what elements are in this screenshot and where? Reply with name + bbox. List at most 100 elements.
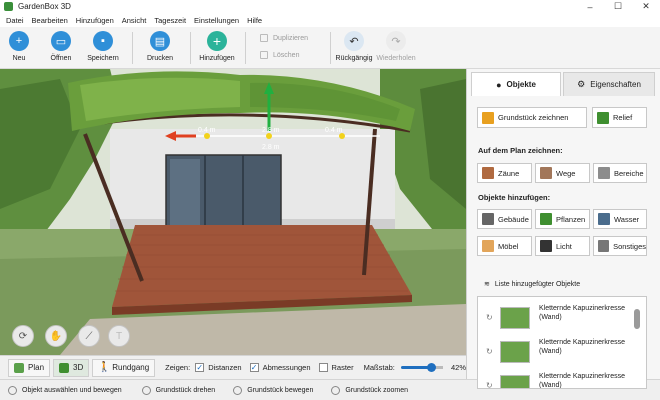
menu-settings[interactable]: Einstellungen <box>190 16 243 25</box>
slider-knob[interactable] <box>426 363 436 372</box>
paths-button[interactable]: Wege <box>535 163 590 183</box>
other-button[interactable]: Sonstiges <box>593 236 647 256</box>
distances-checkbox[interactable]: ✓ Distanzen <box>195 363 242 372</box>
status-move: Grundstück bewegen <box>233 385 313 395</box>
hand-icon: ✋ <box>49 330 63 342</box>
new-document-icon: + <box>9 31 29 51</box>
duplicate-icon <box>260 34 268 42</box>
areas-button[interactable]: Bereiche <box>593 163 647 183</box>
buildings-button[interactable]: Gebäude <box>477 209 532 229</box>
undo-button[interactable]: ↶ Rückgängig <box>331 31 377 62</box>
printer-icon: ▤ <box>150 31 170 51</box>
title-bar: GardenBox 3D – ☐ ✕ <box>0 0 660 13</box>
view-mode-bar: Plan 3D 🚶 Rundgang Zeigen: ✓ Distanzen ✓… <box>0 355 466 379</box>
menu-file[interactable]: Datei <box>2 16 28 25</box>
tab-properties[interactable]: ⚙ Eigenschaften <box>563 72 655 96</box>
menu-view[interactable]: Ansicht <box>118 16 151 25</box>
plan-mode-button[interactable]: Plan <box>8 358 51 377</box>
plant-thumbnail <box>500 375 530 388</box>
lock-icon: ↻ <box>486 347 493 356</box>
tab-objects[interactable]: ● Objekte <box>471 72 561 96</box>
gear-icon: ⚙ <box>577 79 586 89</box>
ruler-icon: ⟋ <box>85 330 93 342</box>
show-label: Zeigen: <box>165 363 191 372</box>
minimize-button[interactable]: – <box>576 0 604 13</box>
add-button[interactable]: + Hinzufügen <box>194 31 240 62</box>
fence-icon <box>482 167 494 179</box>
delete-button[interactable]: Löschen <box>260 51 299 59</box>
folder-icon: ▭ <box>51 31 71 51</box>
rotate-3d-icon: ⟳ <box>18 330 28 342</box>
toolbar-separator <box>245 32 246 64</box>
list-item[interactable]: ↻ Kletternde Kapuzinerkresse (Wand) <box>478 303 628 333</box>
menu-time-of-day[interactable]: Tageszeit <box>150 16 190 25</box>
draw-plot-button[interactable]: Grundstück zeichnen <box>477 107 587 128</box>
menu-edit[interactable]: Bearbeiten <box>28 16 72 25</box>
area-icon <box>598 167 610 179</box>
water-button[interactable]: Wasser <box>593 209 647 229</box>
plants-button[interactable]: Pflanzen <box>535 209 590 229</box>
duplicate-button[interactable]: Duplizieren <box>260 34 308 42</box>
app-icon <box>4 2 13 11</box>
misc-icon <box>598 240 610 252</box>
status-select: Objekt auswählen und bewegen <box>8 385 122 395</box>
3d-viewport[interactable]: 0.4 m 2.8 m 2.8 m 0.4 m <box>0 69 466 355</box>
list-scrollbar[interactable] <box>634 309 640 329</box>
scale-value: 42% <box>450 363 466 372</box>
plus-icon: + <box>207 31 227 51</box>
dimensions-checkbox[interactable]: ✓ Abmessungen <box>249 363 311 372</box>
lock-icon: ↻ <box>486 381 493 389</box>
chair-icon <box>482 240 494 252</box>
new-button[interactable]: + Neu <box>0 31 42 62</box>
tour-mode-button[interactable]: 🚶 Rundgang <box>92 358 156 377</box>
redo-button[interactable]: ↷ Wiederholen <box>373 31 419 62</box>
grid-checkbox[interactable]: Raster <box>318 363 354 372</box>
toolbar: + Neu ▭ Öffnen ▪ Speichern ▤ Drucken + H… <box>0 27 660 69</box>
dimension-left-label: 0.4 m <box>198 127 216 134</box>
plant-thumbnail <box>500 341 530 363</box>
lock-icon: ↻ <box>486 313 493 322</box>
print-button[interactable]: ▤ Drucken <box>137 31 183 62</box>
garden-scene: 0.4 m 2.8 m 2.8 m 0.4 m <box>0 69 466 355</box>
status-rotate: Grundstück drehen <box>141 385 215 395</box>
fences-button[interactable]: Zäune <box>477 163 532 183</box>
open-button[interactable]: ▭ Öffnen <box>38 31 84 62</box>
close-button[interactable]: ✕ <box>632 0 660 13</box>
3d-icon <box>59 362 70 373</box>
measure-button[interactable]: ⟋ <box>78 325 100 347</box>
pool-icon <box>598 213 610 225</box>
object-icon: ● <box>496 79 502 90</box>
save-button[interactable]: ▪ Speichern <box>80 31 126 62</box>
mouse-icon <box>331 385 341 395</box>
tree-icon <box>540 213 552 225</box>
layers-icon: ≋ <box>484 281 490 288</box>
text-tool-button[interactable]: T <box>108 325 130 347</box>
list-item[interactable]: ↻ Kletternde Kapuzinerkresse (Wand) <box>478 337 628 367</box>
rotate-view-button[interactable]: ⟳ <box>12 325 34 347</box>
added-objects-list[interactable]: ↻ Kletternde Kapuzinerkresse (Wand) ↻ Kl… <box>477 296 647 389</box>
scale-label: Maßstab: <box>363 363 395 372</box>
furniture-button[interactable]: Möbel <box>477 236 532 256</box>
mouse-icon <box>141 385 151 395</box>
add-objects-label: Objekte hinzufügen: <box>478 193 551 202</box>
menu-help[interactable]: Hilfe <box>243 16 266 25</box>
pencil-icon <box>482 111 494 124</box>
list-item[interactable]: ↻ Kletternde Kapuzinerkresse (Wand) <box>478 371 628 389</box>
plan-icon <box>14 362 24 373</box>
3d-mode-button[interactable]: 3D <box>53 358 90 377</box>
toolbar-separator <box>190 32 191 64</box>
status-zoom: Grundstück zoomen <box>331 385 408 395</box>
maximize-button[interactable]: ☐ <box>604 0 632 13</box>
trash-icon <box>260 51 268 59</box>
menu-bar: Datei Bearbeiten Hinzufügen Ansicht Tage… <box>0 13 660 27</box>
building-icon <box>482 213 494 225</box>
light-button[interactable]: Licht <box>535 236 590 256</box>
pan-view-button[interactable]: ✋ <box>45 325 67 347</box>
scale-slider[interactable] <box>400 363 443 372</box>
toolbar-separator <box>132 32 133 64</box>
undo-icon: ↶ <box>344 31 364 51</box>
menu-add[interactable]: Hinzufügen <box>72 16 118 25</box>
relief-button[interactable]: Relief <box>592 107 647 128</box>
window-title: GardenBox 3D <box>18 2 71 11</box>
relief-icon <box>597 111 609 124</box>
